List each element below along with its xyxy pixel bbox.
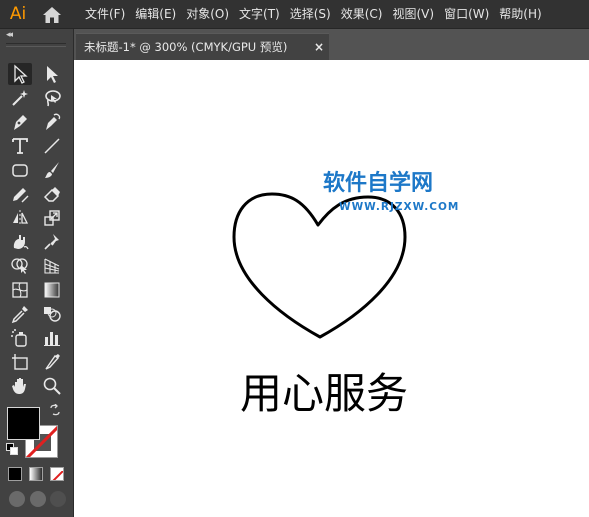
- line-segment-tool[interactable]: [40, 135, 64, 157]
- menu-file[interactable]: 文件(F): [80, 0, 130, 29]
- warp-hand-icon: [13, 235, 29, 250]
- pen-nib-icon: [14, 115, 27, 130]
- type-tool[interactable]: [8, 135, 32, 157]
- rounded-rectangle-icon: [12, 164, 28, 177]
- scale-tool[interactable]: [40, 207, 64, 229]
- zoom-tool[interactable]: [40, 375, 64, 397]
- menu-bar: Ai 文件(F) 编辑(E) 对象(O) 文字(T) 选择(S) 效果(C) 视…: [0, 0, 589, 29]
- close-tab-icon[interactable]: ×: [314, 34, 324, 60]
- menu-effect[interactable]: 效果(C): [336, 0, 388, 29]
- magic-wand-icon: [12, 90, 28, 106]
- pen-tool[interactable]: [8, 111, 32, 133]
- menu-help[interactable]: 帮助(H): [494, 0, 546, 29]
- shaper-tool[interactable]: [8, 183, 32, 205]
- watermark-url: WWW.RJZXW.COM: [339, 201, 460, 213]
- document-tab[interactable]: 未标题-1* @ 300% (CMYK/GPU 预览) ×: [76, 33, 329, 60]
- mesh-grid-icon: [12, 282, 28, 298]
- draw-behind-button[interactable]: [30, 491, 46, 507]
- pencil-icon: [13, 188, 29, 203]
- direct-selection-arrow-icon: [47, 66, 58, 83]
- fill-color-swatch[interactable]: [7, 407, 40, 440]
- line-segment-icon: [44, 138, 60, 154]
- menu-type[interactable]: 文字(T): [234, 0, 285, 29]
- artboard-tool[interactable]: [8, 351, 32, 373]
- document-tab-title: 未标题-1* @ 300% (CMYK/GPU 预览): [84, 40, 288, 54]
- shape-builder-icon: [11, 258, 28, 274]
- blend-icon: [44, 307, 61, 322]
- gradient-icon: [44, 282, 60, 298]
- bar-graph-icon: [44, 332, 60, 346]
- none-slash-icon: [52, 470, 63, 480]
- slice-knife-icon: [45, 354, 60, 370]
- eraser-icon: [43, 187, 60, 202]
- eyedropper-tool[interactable]: [8, 303, 32, 325]
- color-mode-button[interactable]: [8, 467, 22, 481]
- main-menu: 文件(F) 编辑(E) 对象(O) 文字(T) 选择(S) 效果(C) 视图(V…: [80, 0, 547, 29]
- pushpin-icon: [44, 234, 59, 250]
- selection-arrow-icon: [14, 64, 28, 84]
- watermark-title: 软件自学网: [323, 171, 434, 196]
- type-t-icon: [12, 138, 28, 154]
- magic-wand-tool[interactable]: [8, 87, 32, 109]
- draw-normal-button[interactable]: [9, 491, 25, 507]
- swap-fill-stroke-icon[interactable]: [49, 404, 61, 416]
- app-logo: Ai: [9, 4, 27, 24]
- perspective-grid-tool[interactable]: [40, 255, 64, 277]
- draw-inside-button[interactable]: [50, 491, 66, 507]
- default-fill-stroke-icon[interactable]: [6, 443, 18, 455]
- symbol-sprayer-tool[interactable]: [8, 327, 32, 349]
- rectangle-tool[interactable]: [8, 159, 32, 181]
- blend-tool[interactable]: [40, 303, 64, 325]
- curvature-tool[interactable]: [40, 111, 64, 133]
- hand-icon: [12, 378, 26, 394]
- menu-edit[interactable]: 编辑(E): [130, 0, 181, 29]
- mesh-tool[interactable]: [8, 279, 32, 301]
- document-tab-bar: 未标题-1* @ 300% (CMYK/GPU 预览) ×: [74, 29, 589, 60]
- eraser-tool[interactable]: [40, 183, 64, 205]
- home-icon[interactable]: [42, 6, 62, 24]
- slice-tool[interactable]: [40, 351, 64, 373]
- tools-panel: ◂◂: [0, 29, 74, 517]
- canvas-caption-text[interactable]: 用心服务: [240, 369, 408, 419]
- paintbrush-tool[interactable]: [40, 159, 64, 181]
- menu-window[interactable]: 窗口(W): [439, 0, 494, 29]
- eyedropper-icon: [11, 306, 28, 324]
- scale-icon: [44, 210, 60, 226]
- reflect-tool[interactable]: [8, 207, 32, 229]
- warp-tool[interactable]: [8, 231, 32, 253]
- direct-selection-tool[interactable]: [40, 63, 64, 85]
- artboard-icon: [12, 354, 28, 370]
- artboard-canvas[interactable]: 软件自学网 WWW.RJZXW.COM 用心服务: [74, 60, 589, 517]
- menu-view[interactable]: 视图(V): [387, 0, 439, 29]
- puppet-warp-tool[interactable]: [40, 231, 64, 253]
- column-graph-tool[interactable]: [40, 327, 64, 349]
- selection-tool[interactable]: [8, 63, 32, 85]
- menu-select[interactable]: 选择(S): [285, 0, 336, 29]
- gradient-mode-button[interactable]: [29, 467, 43, 481]
- magnifier-icon: [43, 377, 61, 395]
- shape-builder-tool[interactable]: [8, 255, 32, 277]
- none-mode-button[interactable]: [50, 467, 64, 481]
- menu-object[interactable]: 对象(O): [181, 0, 234, 29]
- paintbrush-icon: [45, 162, 59, 178]
- panel-grip[interactable]: [6, 43, 66, 47]
- symbol-sprayer-icon: [11, 329, 27, 347]
- perspective-grid-icon: [44, 258, 60, 274]
- lasso-icon: [45, 90, 61, 107]
- collapse-panel-icon[interactable]: ◂◂: [6, 30, 13, 40]
- gradient-tool[interactable]: [40, 279, 64, 301]
- curvature-pen-icon: [46, 113, 61, 130]
- lasso-tool[interactable]: [40, 87, 64, 109]
- reflect-icon: [13, 210, 29, 226]
- hand-tool[interactable]: [8, 375, 32, 397]
